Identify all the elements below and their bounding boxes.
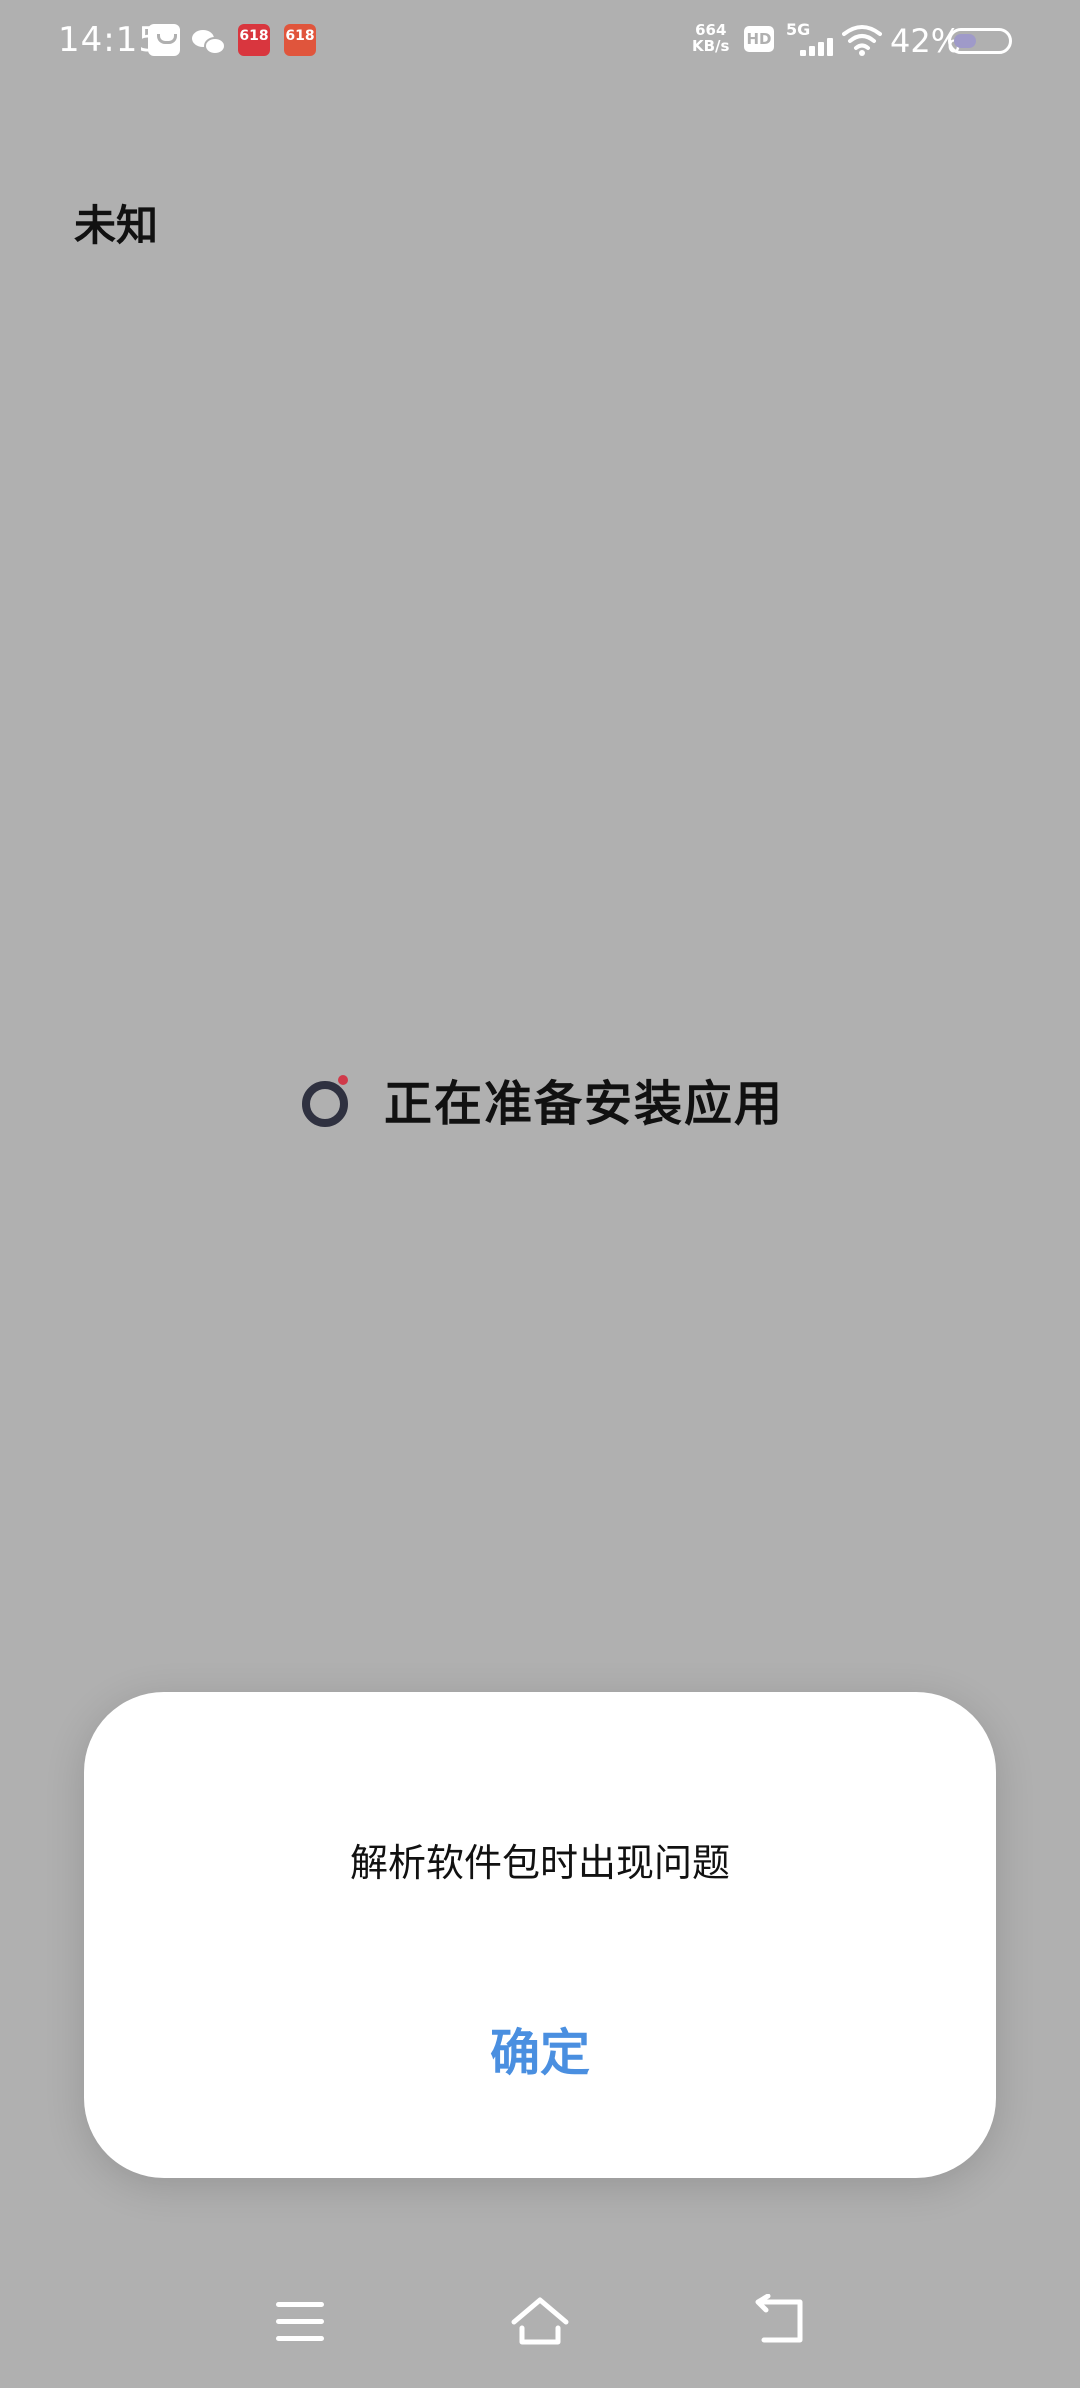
dialog-message: 解析软件包时出现问题 [349,1841,730,1885]
wifi-icon [842,25,882,56]
app-notification-icon: 618 [284,24,316,56]
hd-icon: HD [744,26,774,52]
status-bar: 14:15 618 618 664 KB/s HD 5G 42% [0,0,1080,80]
app-notification-icon: 618 [238,24,270,56]
app-name: 未知 [74,201,159,250]
battery-icon [948,28,1012,54]
wechat-icon [192,24,226,56]
network-speed-unit: KB/s [692,37,730,55]
home-icon[interactable] [508,2294,572,2350]
loading-text: 正在准备安装应用 [384,1076,785,1132]
loading-spinner-icon [300,1075,348,1127]
shopping-bag-icon [148,24,180,56]
confirm-button[interactable]: 确定 [440,2008,640,2098]
back-icon[interactable] [752,2294,812,2350]
error-dialog: 解析软件包时出现问题 确定 [84,1692,996,2178]
status-time: 14:15 [58,20,161,60]
signal-icon [800,36,833,56]
loading-indicator: 正在准备安装应用 [300,1064,784,1134]
menu-icon[interactable] [276,2302,324,2342]
network-speed-value: 664 [695,21,727,39]
navigation-bar [0,2270,1080,2388]
network-speed: 664 KB/s [692,22,729,54]
